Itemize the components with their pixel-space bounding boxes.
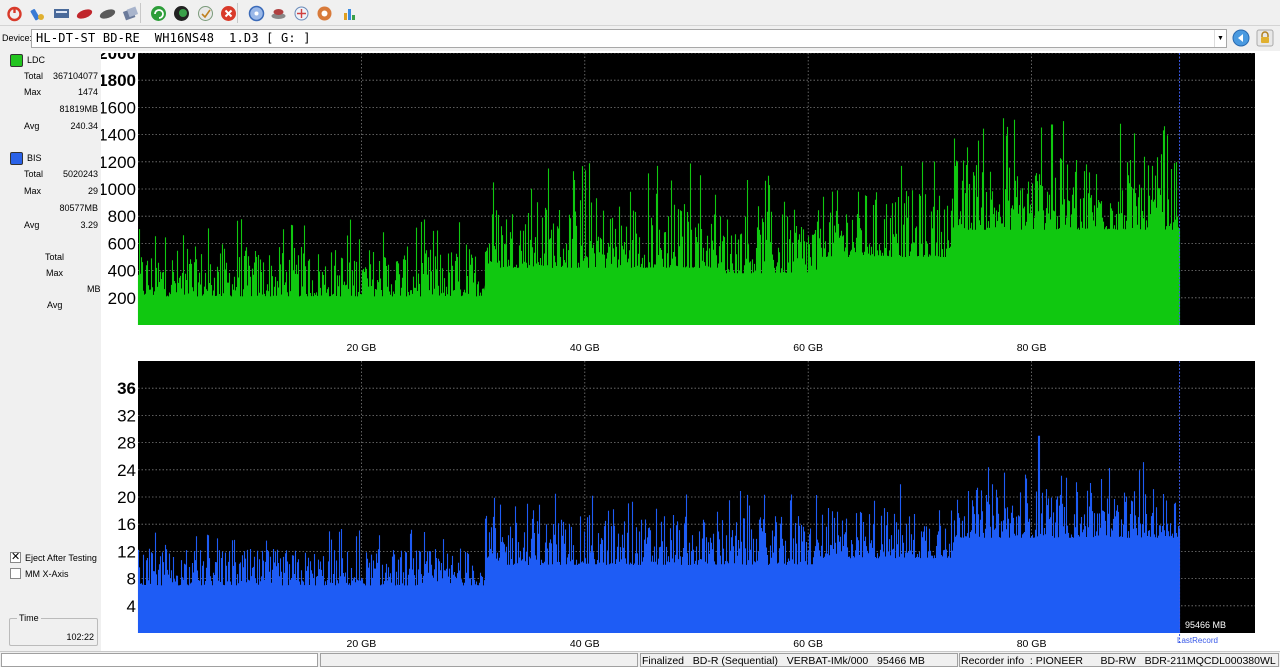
mm-x-axis-label: MM X-Axis — [25, 569, 69, 579]
ldc-x-tick-label: 40 GB — [570, 342, 600, 354]
tools-icon[interactable] — [27, 3, 47, 23]
ldc-y-tick-label: 800 — [108, 207, 136, 226]
device-select[interactable]: HL-DT-ST BD-RE WH16NS48 1.D3 [ G: ] ▼ — [31, 29, 1227, 48]
bis-max-position: 80577MB — [59, 203, 98, 213]
eject-label: Eject After Testing — [25, 553, 97, 563]
ldc-max-position: 81819MB — [59, 104, 98, 114]
time-label: Time — [17, 613, 41, 623]
ldc-x-tick-label: 60 GB — [793, 342, 823, 354]
charts-svg: 20040060080010001200140016001800200020 G… — [101, 51, 1280, 650]
bis-x-tick-label: 60 GB — [793, 638, 823, 650]
speed-icon[interactable] — [1232, 29, 1250, 47]
bis-y-tick-label: 12 — [117, 542, 136, 561]
device-value: HL-DT-ST BD-RE WH16NS48 1.D3 [ G: ] — [36, 31, 311, 45]
power-icon[interactable] — [4, 3, 24, 23]
drive-icon[interactable] — [51, 3, 71, 23]
bis-total-label: Total — [24, 169, 44, 179]
device-label: Device: — [2, 33, 33, 43]
device-bar: Device: HL-DT-ST BD-RE WH16NS48 1.D3 [ G… — [0, 27, 1280, 50]
bis-avg-label: Avg — [24, 220, 40, 230]
bis-y-tick-label: 36 — [117, 379, 136, 398]
stop-icon[interactable] — [218, 3, 238, 23]
refresh-icon[interactable] — [148, 3, 168, 23]
ldc-color-swatch[interactable] — [10, 54, 23, 67]
disc-gray-icon[interactable] — [97, 3, 117, 23]
ldc-max-label: Max — [24, 87, 42, 97]
chart-top-edge — [101, 51, 1280, 53]
bis-max-value: 29 — [87, 186, 98, 196]
ldc-x-tick-label: 20 GB — [347, 342, 377, 354]
bis-y-tick-label: 20 — [117, 488, 136, 507]
disc-stack-icon[interactable] — [268, 3, 288, 23]
ldc-x-tick-label: 80 GB — [1017, 342, 1047, 354]
ldc-y-tick-label: 1000 — [101, 180, 136, 199]
disc-info-text: Finalized BD-R (Sequential) VERBAT-IMk/0… — [642, 655, 925, 667]
check-icon[interactable] — [195, 3, 215, 23]
bis-y-tick-label: 8 — [127, 570, 136, 589]
globe-icon[interactable] — [171, 3, 191, 23]
stats-sidebar: LDC Total 367104077 Max 1474 81819MB Avg… — [0, 51, 101, 651]
checkmark-icon: ✕ — [11, 551, 21, 563]
ldc-avg-label: Avg — [24, 121, 40, 131]
bis-x-tick-label: 80 GB — [1017, 638, 1047, 650]
ldc-total-value: 367104077 — [52, 71, 98, 81]
ldc-y-tick-label: 600 — [108, 234, 136, 253]
mm-x-axis-checkbox[interactable] — [10, 568, 21, 579]
bis-max-label: Max — [24, 186, 42, 196]
time-group: Time 102:22 — [9, 613, 98, 646]
ldc-total-label: Total — [24, 71, 44, 81]
copy-icon[interactable] — [120, 3, 140, 23]
ldc-y-tick-label: 400 — [108, 262, 136, 281]
bis-total-value: 5020243 — [62, 169, 98, 179]
status-recorder: Recorder info : PIONEER BD-RW BDR-211MQC… — [959, 653, 1279, 667]
bis-last-record-label: LastRecord — [1177, 636, 1218, 645]
third-total-label: Total — [45, 252, 65, 262]
bis-color-swatch[interactable] — [10, 152, 23, 165]
bis-x-tick-label: 40 GB — [570, 638, 600, 650]
third-mb-label: MB — [87, 284, 101, 294]
toolbar-separator — [237, 3, 238, 23]
bis-end-size-label: 95466 MB — [1185, 620, 1226, 630]
bis-legend-label: BIS — [27, 153, 42, 163]
ldc-y-tick-label: 1200 — [101, 153, 136, 172]
bis-y-tick-label: 32 — [117, 406, 136, 425]
lock-icon[interactable] — [1256, 29, 1274, 47]
bis-avg-value: 3.29 — [80, 220, 98, 230]
third-avg-label: Avg — [47, 300, 63, 310]
status-middle — [320, 653, 638, 667]
bis-y-tick-label: 16 — [117, 515, 136, 534]
status-progress — [1, 653, 318, 667]
network-icon[interactable] — [291, 3, 311, 23]
ldc-y-tick-label: 1600 — [101, 98, 136, 117]
ldc-y-tick-label: 1400 — [101, 126, 136, 145]
toolbar — [0, 0, 1280, 26]
eject-checkbox[interactable]: ✕ — [10, 552, 21, 563]
settings-icon[interactable] — [314, 3, 334, 23]
recorder-info-text: Recorder info : PIONEER BD-RW BDR-211MQC… — [961, 655, 1276, 667]
status-disc: Finalized BD-R (Sequential) VERBAT-IMk/0… — [640, 653, 958, 667]
third-max-label: Max — [46, 268, 64, 278]
ldc-max-value: 1474 — [77, 87, 98, 97]
status-bar: Finalized BD-R (Sequential) VERBAT-IMk/0… — [0, 651, 1280, 667]
blue-disc-icon[interactable] — [246, 3, 266, 23]
ldc-avg-value: 240.34 — [70, 121, 98, 131]
disc-red-icon[interactable] — [74, 3, 94, 23]
chart-icon[interactable] — [339, 3, 359, 23]
bis-y-tick-label: 28 — [117, 434, 136, 453]
bis-y-tick-label: 4 — [127, 597, 136, 616]
time-value: 102:22 — [66, 632, 94, 642]
ldc-y-tick-label: 200 — [108, 289, 136, 308]
bis-y-tick-label: 24 — [117, 461, 136, 480]
toolbar-separator — [140, 3, 141, 23]
ldc-y-tick-label: 1800 — [101, 71, 136, 90]
bis-x-tick-label: 20 GB — [347, 638, 377, 650]
ldc-legend-label: LDC — [27, 55, 46, 65]
charts-area: 200 400 600 800 1000 1200 1400 1600 1800 2000 20 G… — [101, 51, 1280, 651]
chevron-down-icon[interactable]: ▼ — [1214, 30, 1226, 47]
